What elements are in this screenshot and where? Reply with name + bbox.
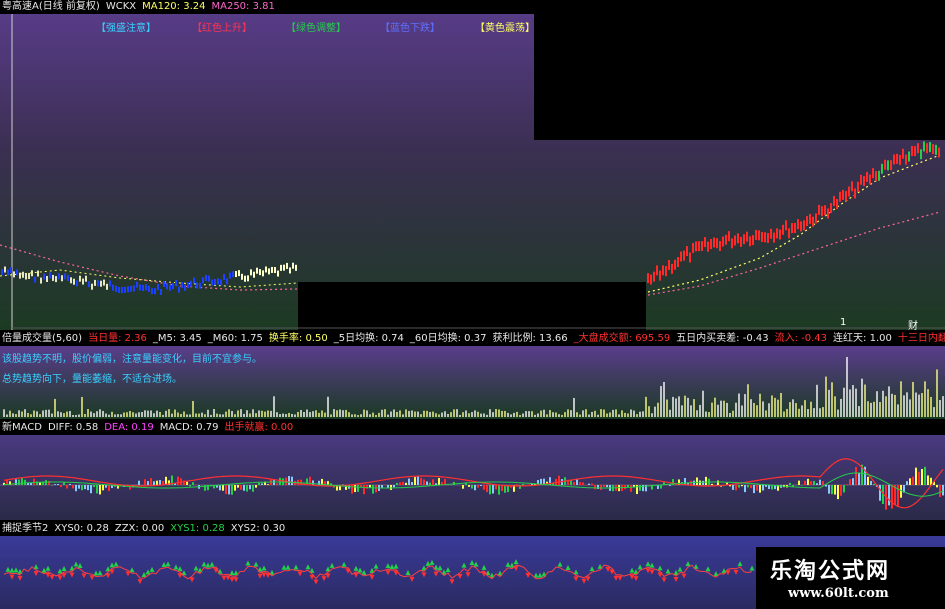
- overlay-block-bottom: [298, 282, 646, 330]
- watermark-url: www.60lt.com: [788, 586, 889, 601]
- legend-red-up: 【红色上升】: [192, 23, 252, 34]
- main-chart-panel[interactable]: 粤高速A(日线 前复权) WCKX MA120: 3.24 MA250: 3.8…: [0, 0, 945, 330]
- vol-item-4: _5日均换: 0.74: [333, 333, 404, 344]
- trend-note-1: 该股趋势不明，股价偏弱，注意量能变化，目前不宜参与。: [2, 354, 262, 365]
- watermark-title: 乐淘公式网: [770, 558, 891, 584]
- vol-item-10: 连红天: 1.00: [833, 333, 892, 344]
- vol-item-11: 十三日内翻红天: 6.00: [897, 333, 945, 344]
- main-chart-svg: [0, 0, 945, 330]
- legend-green-adjust: 【绿色调整】: [286, 23, 346, 34]
- macd-title: 新MACD: [2, 422, 42, 433]
- stock-title: 粤高速A(日线 前复权): [2, 1, 100, 12]
- ma250-value: MA250: 3.81: [211, 1, 275, 12]
- vol-item-7: _大盘成交额: 695.59: [573, 333, 671, 344]
- overlay-block-top-right: [534, 0, 945, 140]
- marker-cai: 财: [908, 321, 918, 330]
- macd-panel[interactable]: 新MACD DIFF: 0.58 DEA: 0.19 MACD: 0.79 出手就赢:…: [0, 419, 945, 520]
- season-item-2: XYS1: 0.28: [170, 523, 225, 534]
- vol-item-2: _M60: 1.75: [207, 333, 263, 344]
- legend-strong: 【强盛注意】: [96, 23, 156, 34]
- season-title: 捕捉季节2: [2, 523, 49, 534]
- macd-item-2: MACD: 0.79: [159, 422, 219, 433]
- indicator-name: WCKX: [105, 1, 137, 12]
- macd-item-3: 出手就赢: 0.00: [224, 422, 294, 433]
- vol-item-9: 流入: -0.43: [774, 333, 828, 344]
- vol-item-5: _60日均换: 0.37: [409, 333, 487, 344]
- trend-note-2: 总势趋势向下，量能萎缩，不适合进场。: [2, 374, 182, 385]
- vol-item-6: 获利比例: 13.66: [492, 333, 568, 344]
- marker-1: 1: [840, 317, 847, 328]
- ma120-value: MA120: 3.24: [142, 1, 206, 12]
- season-item-0: XYS0: 0.28: [54, 523, 109, 534]
- macd-item-1: DEA: 0.19: [104, 422, 154, 433]
- season-item-1: ZZX: 0.00: [114, 523, 165, 534]
- vol-item-0: 当日量: 2.36: [88, 333, 147, 344]
- legend-blue-down: 【蓝色下跌】: [380, 23, 440, 34]
- legend-yellow-shock: 【黄色震荡】: [475, 23, 535, 34]
- macd-item-0: DIFF: 0.58: [47, 422, 99, 433]
- volume-panel[interactable]: 倍量成交量(5,60) 当日量: 2.36 _M5: 3.45 _M60: 1.75…: [0, 330, 945, 419]
- vol-item-8: 五日内买卖差: -0.43: [676, 333, 769, 344]
- vol-item-1: _M5: 3.45: [152, 333, 202, 344]
- vol-item-3: 换手率: 0.50: [268, 333, 328, 344]
- season-item-3: XYS2: 0.30: [230, 523, 286, 534]
- volume-title: 倍量成交量(5,60): [2, 333, 83, 344]
